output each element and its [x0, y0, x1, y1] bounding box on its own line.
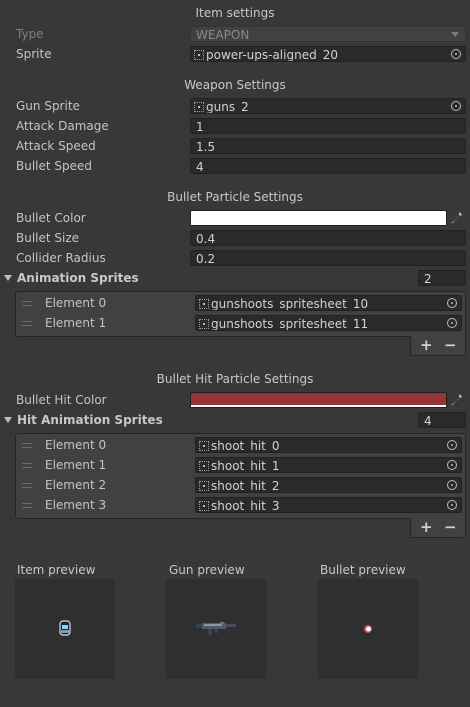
drag-handle-icon[interactable]	[22, 483, 32, 488]
sprite-icon	[199, 481, 209, 491]
sprite-icon	[199, 461, 209, 471]
bullet-size-label: Bullet Size	[16, 231, 80, 245]
foldout-arrow-icon	[4, 275, 12, 281]
gun-sprite-label: Gun Sprite	[16, 99, 80, 113]
bullet-color-label: Bullet Color	[16, 211, 86, 225]
element-object-field[interactable]: shoot_hit_0	[195, 437, 462, 453]
drag-handle-icon[interactable]	[22, 503, 32, 508]
attack-damage-label: Attack Damage	[16, 119, 109, 133]
sprite-field-value: power-ups-aligned_20	[206, 48, 338, 62]
sprite-icon	[199, 501, 209, 511]
element-value: shoot_hit_1	[211, 459, 280, 473]
animation-sprites-foldout[interactable]: Animation Sprites	[4, 270, 139, 286]
sprite-icon	[199, 299, 209, 309]
gun-preview-panel	[166, 579, 266, 679]
sprite-icon	[199, 441, 209, 451]
element-value: gunshoots_spritesheet_10	[211, 297, 369, 311]
alpha-bar	[191, 223, 446, 225]
type-dropdown-value: WEAPON	[196, 28, 250, 42]
object-picker-icon[interactable]	[447, 298, 457, 308]
hit-animation-list: Element 0 shoot_hit_0 Element 1 shoot_hi…	[15, 433, 466, 519]
element-value: shoot_hit_3	[211, 499, 280, 513]
animation-sprites-list: Element 0 gunshoots_spritesheet_10 Eleme…	[15, 291, 466, 337]
sprite-icon	[194, 102, 204, 112]
bullet-speed-label: Bullet Speed	[16, 159, 93, 173]
object-picker-icon[interactable]	[451, 101, 461, 111]
item-settings-header: Item settings	[195, 6, 275, 20]
hit-animation-label: Hit Animation Sprites	[17, 413, 163, 427]
element-object-field[interactable]: shoot_hit_3	[195, 497, 462, 513]
hit-animation-size-input[interactable]: 4	[418, 412, 466, 428]
bullet-particle-header: Bullet Particle Settings	[167, 190, 303, 204]
element-value: gunshoots_spritesheet_11	[211, 317, 369, 331]
object-picker-icon[interactable]	[447, 440, 457, 450]
bullet-preview-label: Bullet preview	[320, 563, 406, 577]
add-element-button[interactable]: +	[420, 336, 433, 354]
drag-handle-icon[interactable]	[22, 463, 32, 468]
attack-speed-label: Attack Speed	[16, 139, 96, 153]
collider-radius-label: Collider Radius	[16, 251, 106, 265]
gun-sprite-value: guns_2	[206, 100, 249, 114]
element-value: shoot_hit_0	[211, 439, 280, 453]
animation-sprites-size-input[interactable]: 2	[418, 270, 466, 286]
attack-speed-input[interactable]: 1.5	[190, 138, 466, 154]
element-value: shoot_hit_2	[211, 479, 280, 493]
sprite-field[interactable]: power-ups-aligned_20	[190, 46, 466, 62]
item-preview-label: Item preview	[17, 563, 96, 577]
object-picker-icon[interactable]	[447, 318, 457, 328]
gun-sprite-image	[196, 622, 236, 635]
object-picker-icon[interactable]	[447, 500, 457, 510]
object-picker-icon[interactable]	[447, 480, 457, 490]
item-sprite-image	[59, 620, 71, 636]
gun-preview-label: Gun preview	[169, 563, 245, 577]
add-element-button[interactable]: +	[420, 518, 433, 536]
drag-handle-icon[interactable]	[22, 443, 32, 448]
foldout-arrow-icon	[4, 417, 12, 423]
element-label: Element 3	[45, 498, 107, 512]
collider-radius-input[interactable]: 0.2	[190, 250, 466, 266]
alpha-bar	[191, 405, 446, 407]
eyedropper-icon[interactable]	[451, 211, 463, 225]
element-label: Element 1	[45, 458, 107, 472]
type-label: Type	[16, 27, 44, 41]
list-footer: + −	[410, 336, 466, 356]
eyedropper-icon[interactable]	[451, 393, 463, 407]
item-preview-panel	[15, 579, 115, 679]
drag-handle-icon[interactable]	[22, 321, 32, 326]
drag-handle-icon[interactable]	[22, 301, 32, 306]
gun-sprite-field[interactable]: guns_2	[190, 98, 466, 114]
element-object-field[interactable]: shoot_hit_2	[195, 477, 462, 493]
bullet-color-field[interactable]	[190, 210, 447, 226]
hit-animation-foldout[interactable]: Hit Animation Sprites	[4, 412, 163, 428]
remove-element-button[interactable]: −	[444, 518, 457, 536]
bullet-preview-panel	[318, 579, 418, 679]
sprite-icon	[194, 50, 204, 60]
element-object-field[interactable]: shoot_hit_1	[195, 457, 462, 473]
element-label: Element 0	[45, 438, 107, 452]
sprite-icon	[199, 319, 209, 329]
object-picker-icon[interactable]	[451, 49, 461, 59]
remove-element-button[interactable]: −	[444, 336, 457, 354]
type-dropdown[interactable]: WEAPON	[190, 26, 466, 42]
weapon-settings-header: Weapon Settings	[184, 78, 286, 92]
animation-sprites-label: Animation Sprites	[17, 271, 139, 285]
bullet-speed-input[interactable]: 4	[190, 158, 466, 174]
sprite-label: Sprite	[16, 47, 52, 61]
element-object-field[interactable]: gunshoots_spritesheet_11	[195, 315, 462, 331]
chevron-down-icon	[451, 32, 459, 37]
bullet-size-input[interactable]: 0.4	[190, 230, 466, 246]
bullet-sprite-image	[364, 625, 372, 633]
bullet-hit-color-label: Bullet Hit Color	[16, 393, 107, 407]
element-object-field[interactable]: gunshoots_spritesheet_10	[195, 295, 462, 311]
element-label: Element 0	[45, 296, 107, 310]
bullet-hit-header: Bullet Hit Particle Settings	[156, 372, 314, 386]
element-label: Element 1	[45, 316, 107, 330]
attack-damage-input[interactable]: 1	[190, 118, 466, 134]
list-footer: + −	[410, 518, 466, 538]
object-picker-icon[interactable]	[447, 460, 457, 470]
bullet-hit-color-field[interactable]	[190, 392, 447, 408]
element-label: Element 2	[45, 478, 107, 492]
